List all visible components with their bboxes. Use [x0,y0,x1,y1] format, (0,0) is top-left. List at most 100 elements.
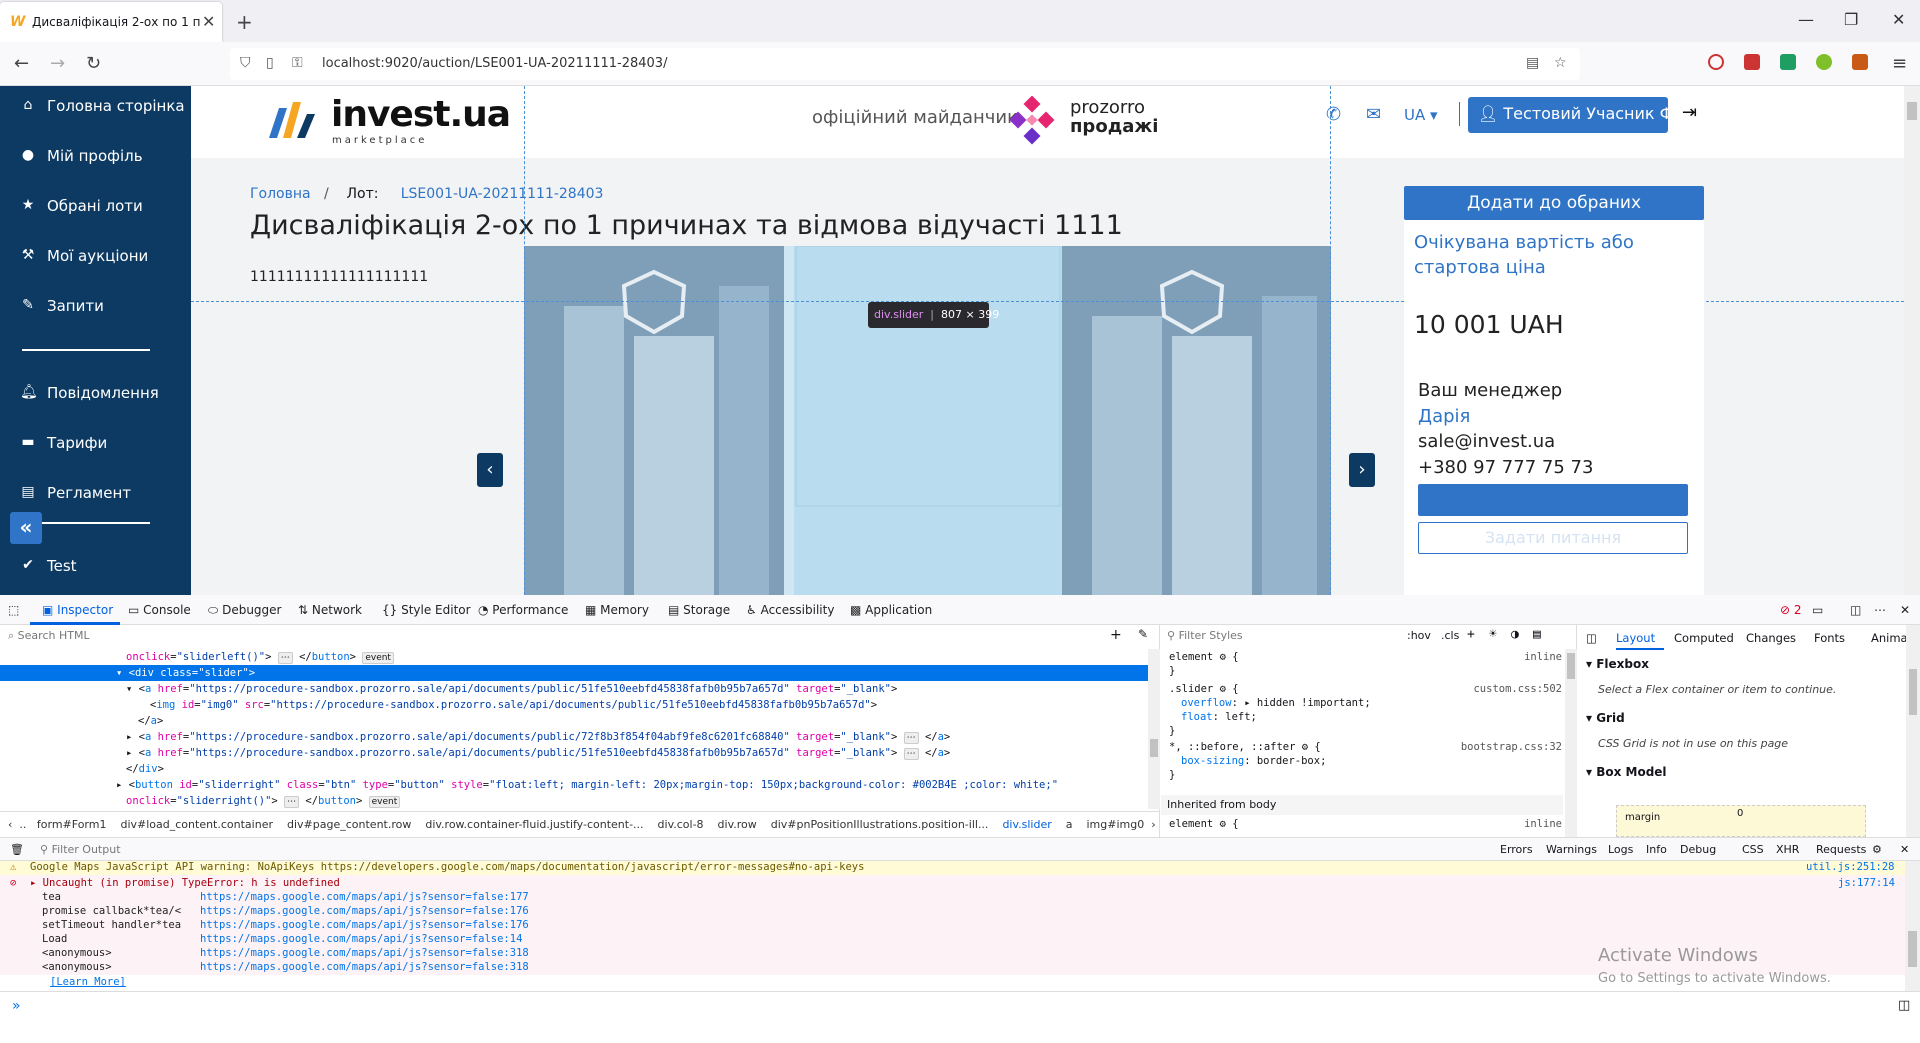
markup-line[interactable]: ▾ <a href="https://procedure-sandbox.pro… [0,681,1148,697]
sidebar-item-profile[interactable]: ● Мій профіль [0,136,191,176]
slider-right-button[interactable]: › [1349,453,1375,487]
tab-memory[interactable]: ▦ Memory [585,603,649,617]
html-breadcrumb[interactable]: .. [19,818,26,831]
boxmodel-section-header[interactable]: ▾ Box Model [1586,765,1667,779]
filter-errors-button[interactable]: Errors [1496,842,1537,857]
minimize-icon[interactable]: — [1798,10,1814,29]
markup-line[interactable]: ▸ <button id="sliderright" class="btn" t… [0,777,1148,793]
invest-logo-icon[interactable] [269,98,321,142]
toggle-sidebar-icon[interactable]: ◫ [1586,631,1597,645]
filter-logs-button[interactable]: Logs [1604,842,1637,857]
sidebar-item-test[interactable]: ✔ Test [0,546,191,586]
add-to-favorites-button[interactable]: Додати до обраних [1404,186,1704,220]
tab-application[interactable]: ▩ Application [850,603,932,617]
eyedropper-icon[interactable]: ✎ [1138,627,1148,641]
slide-image-placeholder[interactable] [794,246,1062,595]
collapse-sidebar-button[interactable]: « [10,512,42,544]
filter-debug-button[interactable]: Debug [1676,842,1720,857]
phone-icon[interactable]: ✆ [1326,104,1341,125]
markup-line[interactable]: onclick="sliderright()"> ⋯ </button> eve… [0,793,1148,809]
crumb-nav-left-icon[interactable]: ‹ [8,818,16,831]
css-rule-line[interactable]: *, ::before, ::after ⚙ { [1169,741,1321,753]
sidebar-item-favorites[interactable]: ★ Обрані лоти [0,186,191,226]
pick-element-icon[interactable]: ⬚ [8,603,19,617]
language-selector[interactable]: UA ▾ [1404,106,1438,124]
tab-computed[interactable]: Computed [1674,631,1734,645]
sidebar-item-requests[interactable]: ✎ Запити [0,286,191,326]
ask-question-button[interactable]: Задати питання [1418,522,1688,554]
css-declaration[interactable]: overflow: ▸ hidden !important; [1181,697,1371,709]
filter-css-button[interactable]: CSS [1738,842,1768,857]
page-scrollbar[interactable] [1904,86,1920,595]
rule-source[interactable]: inline [1524,651,1562,663]
html-breadcrumb[interactable]: a [1066,818,1073,831]
markup-line[interactable]: ▸ <a href="https://procedure-sandbox.pro… [0,729,1148,745]
error-count-badge[interactable]: ⊘ 2 [1780,603,1802,617]
scroll-thumb[interactable] [1907,102,1917,120]
close-devtools-icon[interactable]: ✕ [1900,603,1910,617]
markup-line[interactable]: ▸ <a href="https://procedure-sandbox.pro… [0,745,1148,761]
add-node-icon[interactable]: + [1110,627,1122,643]
stack-url[interactable]: https://maps.google.com/maps/api/js?sens… [200,891,529,903]
more-options-icon[interactable]: ⋯ [1874,603,1886,617]
margin-value[interactable]: 0 [1737,808,1743,819]
learn-more-link[interactable]: [Learn More] [50,976,126,988]
filter-output-input[interactable]: ⚲ Filter Output [40,843,121,856]
shield-icon[interactable]: ⛉ [240,55,251,71]
stack-frame[interactable]: tea https://maps.google.com/maps/api/js?s… [42,891,529,903]
page-info-icon[interactable]: ▯ [266,55,274,71]
layout-scrollbar[interactable] [1906,625,1920,837]
search-html-input[interactable]: ⌕ Search HTML [8,629,90,643]
html-breadcrumb[interactable]: div#page_content.row [287,818,411,831]
tab-accessibility[interactable]: ♿︎ Accessibility [746,603,834,617]
save-extension-icon[interactable] [1780,54,1796,70]
stack-url[interactable]: https://maps.google.com/maps/api/js?sens… [200,919,529,931]
close-window-icon[interactable]: ✕ [1892,10,1905,29]
forward-icon[interactable]: → [50,53,65,74]
dark-scheme-icon[interactable]: ◑ [1511,627,1519,642]
html-breadcrumb[interactable]: div#load_content.container [120,818,273,831]
stack-frame[interactable]: <anonymous> https://maps.google.com/maps/… [42,961,529,973]
sidebar-item-tariffs[interactable]: ▬ Тарифи [0,423,191,463]
html-breadcrumb-active[interactable]: div.slider [1002,818,1051,831]
sidebar-item-auctions[interactable]: ⚒ Мої аукціони [0,236,191,276]
tab-storage[interactable]: ▤ Storage [668,603,730,617]
breadcrumb-lot-link[interactable]: LSE001-UA-20211111-28403 [401,186,604,202]
css-declaration[interactable]: float: left; [1181,711,1257,723]
primary-action-button[interactable] [1418,484,1688,516]
console-warning[interactable]: Google Maps JavaScript API warning: NoAp… [0,861,1905,875]
extension-new-icon[interactable] [1744,54,1760,70]
rule-source[interactable]: bootstrap.css:32 [1461,741,1562,753]
green-extension-icon[interactable] [1816,54,1832,70]
tab-performance[interactable]: ◔ Performance [478,603,568,617]
orange-extension-icon[interactable] [1852,54,1868,70]
hover-states-toggle[interactable]: :hov [1407,629,1431,642]
manager-name[interactable]: Дарія [1418,406,1470,427]
html-breadcrumb[interactable]: div#pnPositionIllustrations.position-ill… [771,818,989,831]
markup-line[interactable]: onclick="sliderleft()"> ⋯ </button> even… [0,649,1148,665]
filter-xhr-button[interactable]: XHR [1772,842,1803,857]
clear-console-icon[interactable]: 🗑︎ [10,843,24,856]
error-message[interactable]: ▸ Uncaught (in promise) TypeError: h is … [30,877,340,889]
slide-image[interactable] [1062,246,1331,595]
console-input[interactable]: » ◫ [0,991,1920,1043]
slide-image[interactable] [524,246,784,595]
html-breadcrumb[interactable]: form#Form1 [37,818,107,831]
console-settings-icon[interactable]: ⚙ [1872,843,1882,856]
html-breadcrumb[interactable]: img#img0 [1087,818,1145,831]
filter-info-button[interactable]: Info [1642,842,1671,857]
html-breadcrumb[interactable]: div.col-8 [658,818,704,831]
crumb-nav-right-icon[interactable]: › [1148,818,1155,831]
print-media-icon[interactable]: ▤ [1533,627,1541,642]
bookmark-star-icon[interactable]: ☆ [1554,55,1567,71]
markup-line[interactable]: </a> [0,713,1148,729]
stack-frame[interactable]: setTimeout handler*tea https://maps.googl… [42,919,529,931]
grid-section-header[interactable]: ▾ Grid [1586,711,1625,725]
tab-debugger[interactable]: ⬭ Debugger [208,603,281,618]
restore-icon[interactable]: ❐ [1844,10,1858,29]
scroll-thumb[interactable] [1567,653,1575,679]
split-console-icon[interactable]: ▭ [1812,603,1823,617]
tab-style-editor[interactable]: {} Style Editor [382,603,471,617]
markup-line[interactable]: <img id="img0" src="https://procedure-sa… [0,697,1148,713]
pocket-icon[interactable] [1708,54,1724,70]
